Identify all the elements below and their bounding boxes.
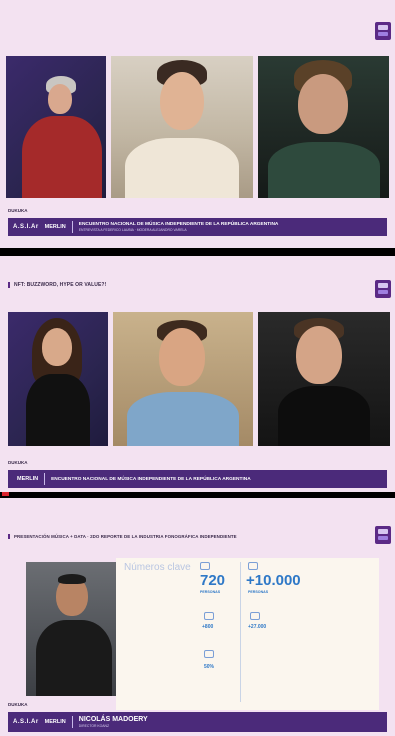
stat-720-label: PERSONAS — [200, 590, 221, 594]
stat-50-percent: 50% — [204, 664, 215, 670]
event-title: ENCUENTRO NACIONAL DE MÚSICA INDEPENDIEN… — [51, 476, 251, 482]
stat-800: +800 — [202, 624, 214, 630]
segment-title: PRESENTACIÓN MÚSICA + DATA · 2DO REPORTE… — [8, 534, 237, 539]
video-panel-1: DUKUKA A.S.I.Ar MERLIN ENCUENTRO NACIONA… — [0, 0, 395, 248]
stat-27000: +27.000 — [248, 624, 267, 630]
people-icon — [248, 562, 258, 570]
sponsor-label: DUKUKA — [8, 702, 28, 707]
merlin-logo: MERLIN — [17, 476, 39, 482]
speaker-role: DIRECTOR KOANZ — [78, 724, 110, 728]
channel-logo-icon — [375, 22, 391, 40]
merlin-logo: MERLIN — [44, 224, 66, 230]
event-title: ENCUENTRO NACIONAL DE MÚSICA INDEPENDIEN… — [78, 222, 279, 227]
merlin-logo: MERLIN — [44, 719, 66, 725]
video-tile-guest-left — [8, 312, 108, 446]
column-divider — [240, 562, 241, 702]
stat-720: 720 — [200, 572, 226, 589]
sponsor-label: DUKUKA — [8, 460, 28, 465]
video-panel-3: PRESENTACIÓN MÚSICA + DATA · 2DO REPORTE… — [0, 498, 395, 736]
video-tile-guest-right — [258, 312, 390, 446]
lower-third-text: ENCUENTRO NACIONAL DE MÚSICA INDEPENDIEN… — [45, 477, 251, 482]
video-tile-guest-right — [258, 56, 389, 198]
video-tile-presenter — [26, 562, 120, 696]
asiar-logo: A.S.I.Ar — [13, 719, 39, 725]
speaker-name: NICOLÁS MADOERY — [78, 716, 148, 723]
video-tile-guest-left — [6, 56, 106, 198]
lower-third-bar: MERLIN ENCUENTRO NACIONAL DE MÚSICA INDE… — [8, 470, 387, 488]
key-figures-card: Números clave 720 PERSONAS +10.000 PERSO… — [116, 558, 379, 710]
sponsor-label: DUKUKA — [8, 208, 28, 213]
stat-10000-label: PERSONAS — [248, 590, 269, 594]
lower-third-bar: A.S.I.Ar MERLIN ENCUENTRO NACIONAL DE MÚ… — [8, 218, 387, 236]
video-tile-guest-center — [113, 312, 253, 446]
user-icon — [250, 612, 260, 620]
chart-icon — [204, 650, 214, 658]
channel-logo-icon — [375, 280, 391, 298]
asiar-logo: A.S.I.Ar — [13, 224, 39, 230]
stat-10000: +10.000 — [246, 572, 301, 589]
channel-logo-icon — [375, 526, 391, 544]
document-icon — [204, 612, 214, 620]
event-subtitle: ENTREVISTA A FEDERICO LAUBIA · MODERA AL… — [78, 228, 187, 232]
video-tile-guest-center — [111, 56, 253, 198]
segment-title: NFT: BUZZWORD, HYPE OR VALUE?! — [8, 282, 106, 288]
live-marker — [2, 492, 9, 496]
video-panel-2: NFT: BUZZWORD, HYPE OR VALUE?! DUKUKA ME… — [0, 256, 395, 492]
lower-third-bar: A.S.I.Ar MERLIN NICOLÁS MADOERY DIRECTOR… — [8, 712, 387, 732]
key-figures-title: Números clave — [124, 562, 191, 573]
lower-third-text: ENCUENTRO NACIONAL DE MÚSICA INDEPENDIEN… — [73, 222, 279, 232]
people-icon — [200, 562, 210, 570]
speaker-caption: NICOLÁS MADOERY DIRECTOR KOANZ — [73, 716, 148, 728]
